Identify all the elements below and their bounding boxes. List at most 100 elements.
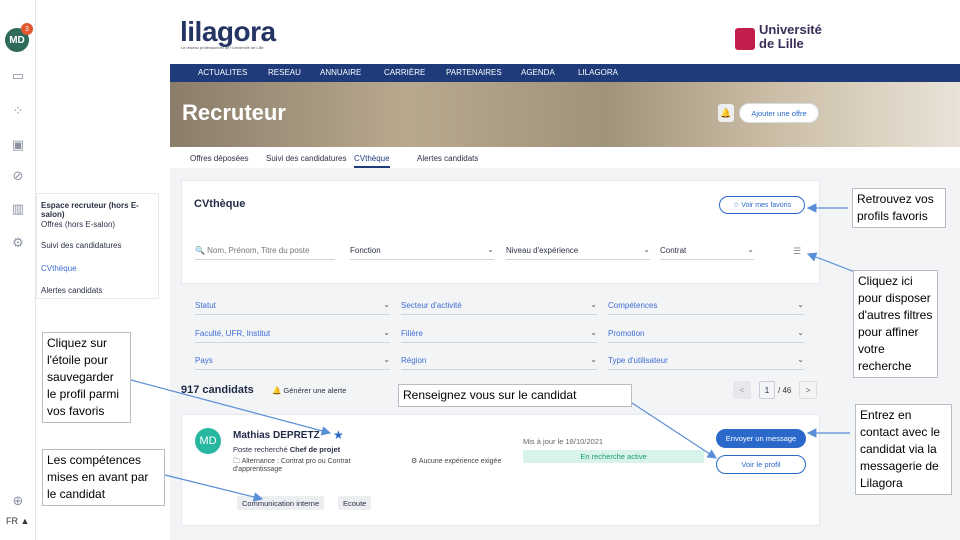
cvtheque-title: CVthèque <box>194 198 246 210</box>
lilagora-logo[interactable]: lilagora <box>180 16 276 48</box>
candidate-name[interactable]: Mathias DEPRETZ <box>233 430 320 441</box>
more-filters-icon[interactable]: ☰ <box>788 243 806 259</box>
filter-label: Contrat <box>660 246 687 255</box>
candidate-contract: 🗀 Alternance : Contrat pro ou Contrat d'… <box>233 458 351 473</box>
filter-contrat[interactable]: Contrat ⌄ <box>660 245 754 260</box>
filter-fonction[interactable]: Fonction ⌄ <box>350 245 494 260</box>
filter-label: Région <box>401 356 427 365</box>
chevron-down-icon: ⌄ <box>590 300 597 309</box>
filter-label: Compétences <box>608 301 658 310</box>
candidate-avatar: MD <box>195 428 221 454</box>
callout-star: Cliquez sur l'étoile pour sauvegarder le… <box>42 332 131 423</box>
profile-card-icon[interactable]: ▭ <box>8 66 28 86</box>
page-title: Recruteur <box>182 100 286 125</box>
skill-chip: Ecoute <box>338 496 372 510</box>
chevron-down-icon: ⌄ <box>797 328 804 337</box>
callout-filters: Cliquez ici pour disposer d'autres filtr… <box>853 270 938 378</box>
university-name: Université de Lille <box>759 22 822 51</box>
favorite-star-icon[interactable]: ★ <box>333 428 344 442</box>
nav-annuaire[interactable]: ANNUAIRE <box>320 68 361 77</box>
view-profile-button[interactable]: Voir le profil <box>716 455 806 474</box>
pager-next-button[interactable]: > <box>799 381 817 399</box>
search-input[interactable]: 🔍 Nom, Prénom, Titre du poste <box>195 246 335 260</box>
filter-label: Filière <box>401 329 423 338</box>
send-message-button[interactable]: Envoyer un message <box>716 429 806 448</box>
filter-label: Niveau d'expérience <box>506 246 579 255</box>
nav-carriere[interactable]: CARRIÈRE <box>384 68 425 77</box>
submenu-item-cvtheque[interactable]: CVthèque <box>41 264 77 273</box>
filter-label: Fonction <box>350 246 381 255</box>
filter-label: Promotion <box>608 329 645 338</box>
pager-current-page[interactable]: 1 <box>759 381 775 399</box>
recruiter-submenu: Espace recruteur (hors E-salon) Offres (… <box>36 193 159 299</box>
experience-text: Aucune expérience exigée <box>418 458 502 465</box>
submenu-header: Espace recruteur (hors E-salon) <box>41 201 139 219</box>
filter-label: Secteur d'activité <box>401 301 462 310</box>
filter-label: Type d'utilisateur <box>608 356 668 365</box>
page-banner <box>170 82 960 147</box>
nav-actualites[interactable]: ACTUALITES <box>198 68 247 77</box>
filter-niveau-experience[interactable]: Niveau d'expérience ⌄ <box>506 245 650 260</box>
filter-filiere[interactable]: Filière ⌄ <box>401 328 597 343</box>
language-selector[interactable]: FR ▲ <box>6 516 29 526</box>
calendar-icon[interactable]: ▣ <box>8 135 28 155</box>
candidate-poste: Poste recherché Chef de projet <box>233 445 340 454</box>
nav-reseau[interactable]: RESEAU <box>268 68 301 77</box>
chevron-down-icon: ⌄ <box>590 328 597 337</box>
nav-partenaires[interactable]: PARTENAIRES <box>446 68 502 77</box>
network-icon[interactable]: ⁘ <box>8 101 28 121</box>
filter-label: Pays <box>195 356 213 365</box>
candidate-updated: Mis à jour le 18/10/2021 <box>523 437 604 446</box>
contract-text: Alternance : Contrat pro ou Contrat d'ap… <box>233 458 351 473</box>
main-nav: ACTUALITES RESEAU ANNUAIRE CARRIÈRE PART… <box>170 64 960 82</box>
view-favorites-button[interactable]: ☆ Voir mes favoris <box>719 196 805 214</box>
university-logo-icon <box>735 28 755 50</box>
chevron-down-icon: ⌄ <box>383 328 390 337</box>
pager-total: / 46 <box>778 386 792 395</box>
filter-faculte[interactable]: Faculté, UFR, Institut ⌄ <box>195 328 390 343</box>
bell-icon[interactable]: 🔔 <box>718 104 734 122</box>
skill-chip: Communication interne <box>237 496 325 510</box>
status-badge: En recherche active <box>523 450 704 463</box>
submenu-item-suivi[interactable]: Suivi des candidatures <box>41 241 122 250</box>
building-icon[interactable]: ▥ <box>8 199 28 219</box>
chevron-down-icon: ⌄ <box>383 355 390 364</box>
logo-tagline: Le réseau professionnel de l'Université … <box>181 45 264 50</box>
nav-lilagora[interactable]: LILAGORA <box>578 68 618 77</box>
chevron-down-icon: ⌄ <box>643 245 650 254</box>
filter-secteur[interactable]: Secteur d'activité ⌄ <box>401 300 597 315</box>
pager-prev-button[interactable]: < <box>733 381 751 399</box>
poste-value: Chef de projet <box>289 445 341 454</box>
callout-favorites: Retrouvez vos profils favoris <box>852 188 946 228</box>
add-offer-button[interactable]: Ajouter une offre <box>739 103 819 123</box>
notification-badge: 3 <box>21 23 33 35</box>
callout-info: Renseignez vous sur le candidat <box>398 384 632 407</box>
filter-label: Statut <box>195 301 216 310</box>
poste-label: Poste recherché <box>233 445 288 454</box>
settings-icon[interactable]: ⚙ <box>8 233 28 253</box>
nav-agenda[interactable]: AGENDA <box>521 68 555 77</box>
add-icon[interactable]: ⊕ <box>8 491 28 511</box>
submenu-item-alertes[interactable]: Alertes candidats <box>41 286 102 295</box>
filter-label: Faculté, UFR, Institut <box>195 329 271 338</box>
filter-pays[interactable]: Pays ⌄ <box>195 355 390 370</box>
chevron-down-icon: ⌄ <box>747 245 754 254</box>
filter-statut[interactable]: Statut ⌄ <box>195 300 390 315</box>
create-alert-link[interactable]: 🔔 Générer une alerte <box>272 386 346 395</box>
tab-alertes-candidats[interactable]: Alertes candidats <box>417 154 478 163</box>
chevron-down-icon: ⌄ <box>590 355 597 364</box>
tab-cvtheque[interactable]: CVthèque <box>354 154 390 168</box>
filter-type-utilisateur[interactable]: Type d'utilisateur ⌄ <box>608 355 804 370</box>
callout-contact: Entrez en contact avec le candidat via l… <box>855 404 952 495</box>
submenu-item-offres[interactable]: Offres (hors E-salon) <box>41 220 115 229</box>
link-icon[interactable]: ⊘ <box>8 166 28 186</box>
chevron-down-icon: ⌄ <box>383 300 390 309</box>
filter-region[interactable]: Région ⌄ <box>401 355 597 370</box>
chevron-down-icon: ⌄ <box>487 245 494 254</box>
filter-competences[interactable]: Compétences ⌄ <box>608 300 804 315</box>
filter-promotion[interactable]: Promotion ⌄ <box>608 328 804 343</box>
tab-suivi-candidatures[interactable]: Suivi des candidatures <box>266 154 347 163</box>
tab-offres-deposees[interactable]: Offres déposées <box>190 154 249 163</box>
chevron-down-icon: ⌄ <box>797 300 804 309</box>
chevron-down-icon: ⌄ <box>797 355 804 364</box>
